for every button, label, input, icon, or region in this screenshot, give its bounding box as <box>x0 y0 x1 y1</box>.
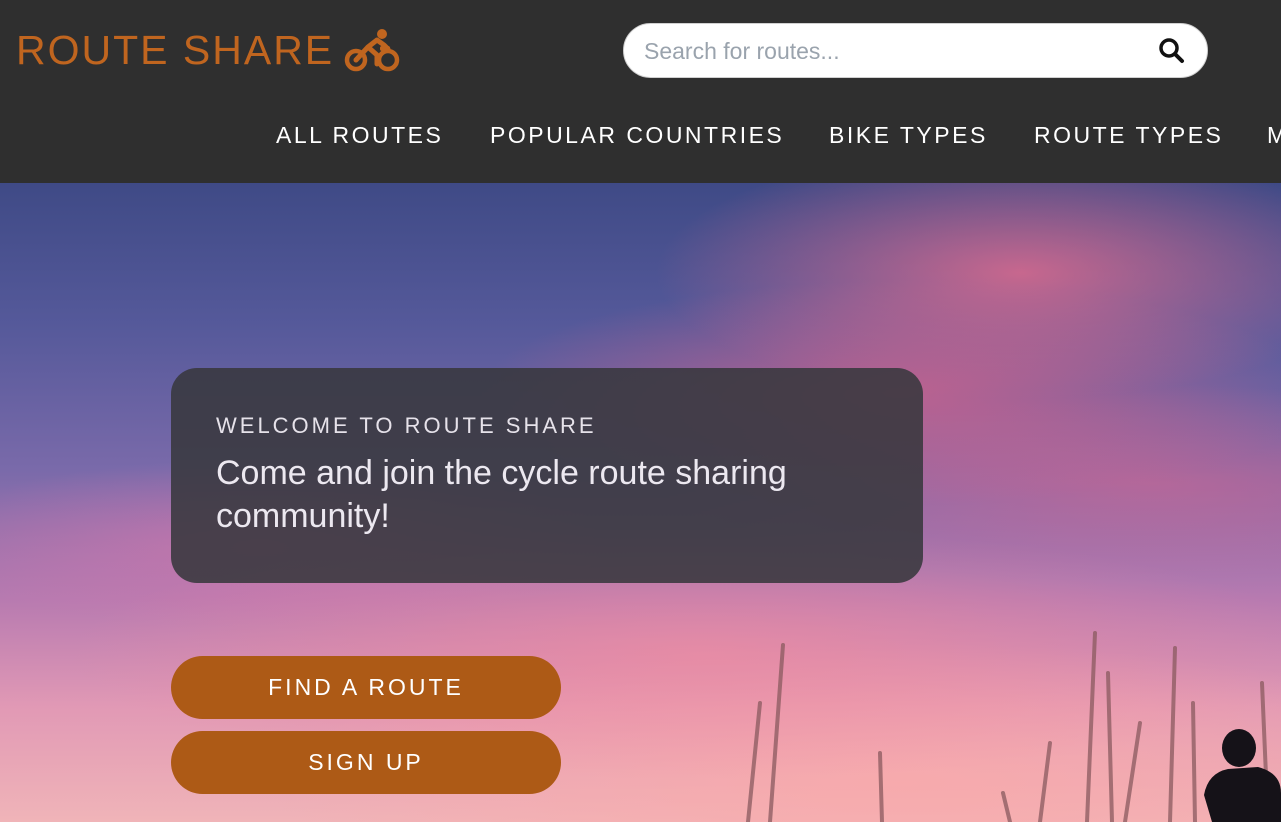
find-route-button[interactable]: FIND A ROUTE <box>171 656 561 719</box>
nav-item-route-types[interactable]: ROUTE TYPES <box>1034 122 1223 149</box>
bicycle-icon <box>344 29 400 72</box>
search-icon[interactable] <box>1157 36 1187 66</box>
nav-item-more[interactable]: M <box>1267 122 1281 149</box>
brand-name: ROUTE SHARE <box>16 27 335 73</box>
hero-section: WELCOME TO ROUTE SHARE Come and join the… <box>0 183 1281 822</box>
cyclist-silhouette <box>1204 729 1281 822</box>
search-input[interactable] <box>642 24 1146 79</box>
welcome-card: WELCOME TO ROUTE SHARE Come and join the… <box>171 368 923 583</box>
welcome-eyebrow: WELCOME TO ROUTE SHARE <box>216 413 597 438</box>
brand-logo-link[interactable]: ROUTE SHARE <box>16 26 400 74</box>
page: ROUTE SHARE ALL ROUTES POPULAR COUNTRIES <box>0 0 1281 822</box>
nav-item-bike-types[interactable]: BIKE TYPES <box>829 122 988 149</box>
main-nav: ALL ROUTES POPULAR COUNTRIES BIKE TYPES … <box>0 122 1281 162</box>
search-bar <box>623 23 1208 79</box>
site-header: ROUTE SHARE ALL ROUTES POPULAR COUNTRIES <box>0 0 1281 183</box>
nav-item-popular-countries[interactable]: POPULAR COUNTRIES <box>490 122 784 149</box>
nav-item-all-routes[interactable]: ALL ROUTES <box>276 122 443 149</box>
sign-up-button[interactable]: SIGN UP <box>171 731 561 794</box>
welcome-heading: Come and join the cycle route sharing co… <box>216 454 787 535</box>
